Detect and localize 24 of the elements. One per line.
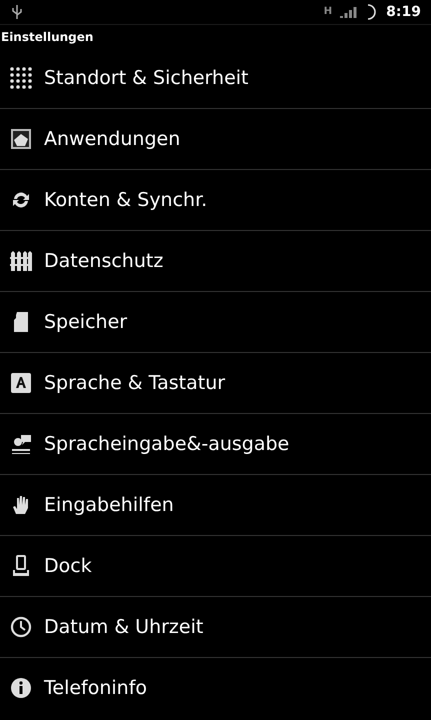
- network-type-label: H: [324, 7, 332, 17]
- settings-item[interactable]: Standort & Sicherheit: [0, 48, 431, 109]
- grid-icon: [10, 67, 32, 89]
- settings-item[interactable]: Eingabehilfen: [0, 475, 431, 536]
- settings-item[interactable]: Speicher: [0, 292, 431, 353]
- signal-icon: [340, 6, 358, 18]
- settings-item[interactable]: Datum & Uhrzeit: [0, 597, 431, 658]
- fence-icon: [10, 250, 32, 272]
- info-icon: [10, 677, 32, 699]
- settings-item[interactable]: Spracheingabe&-ausgabe: [0, 414, 431, 475]
- loading-spinner-icon: [366, 3, 378, 21]
- settings-item[interactable]: Dock: [0, 536, 431, 597]
- clock-icon: [10, 616, 32, 638]
- settings-item[interactable]: Anwendungen: [0, 109, 431, 170]
- settings-item[interactable]: Sprache & Tastatur: [0, 353, 431, 414]
- settings-item[interactable]: Konten & Synchr.: [0, 170, 431, 231]
- screen-title: Einstellungen: [1, 30, 94, 44]
- settings-item[interactable]: Telefoninfo: [0, 658, 431, 718]
- usb-icon: [12, 5, 22, 19]
- letter-key-icon: [10, 372, 32, 394]
- speaking-person-icon: [10, 433, 32, 455]
- phone-dock-icon: [10, 555, 32, 577]
- settings-item[interactable]: Datenschutz: [0, 231, 431, 292]
- clock-time: 8:19: [386, 4, 421, 20]
